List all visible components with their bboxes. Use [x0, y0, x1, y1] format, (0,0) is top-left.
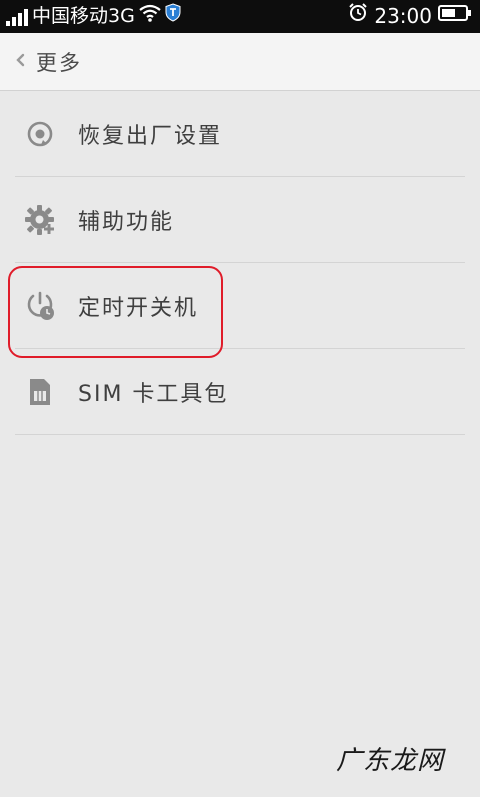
status-left: 中国移动3G: [6, 0, 181, 33]
menu-list: 恢复出厂设置 辅助功能 定时开关机 SIM 卡工具包: [0, 91, 480, 435]
accessibility-gear-icon: [24, 204, 56, 236]
menu-item-label: 定时开关机: [78, 296, 199, 321]
menu-item-scheduled-power[interactable]: 定时开关机: [0, 263, 480, 349]
chevron-left-icon: [14, 52, 26, 72]
battery-icon: [438, 0, 472, 33]
signal-icon: [6, 8, 28, 26]
menu-item-sim-toolkit[interactable]: SIM 卡工具包: [0, 349, 480, 435]
header-bar: 更多: [0, 33, 480, 91]
wifi-icon: [139, 0, 161, 33]
menu-item-label: SIM 卡工具包: [78, 382, 229, 407]
back-button[interactable]: [0, 33, 36, 90]
carrier-name: 中国移动3G: [32, 5, 135, 27]
menu-item-label: 辅助功能: [78, 210, 175, 235]
menu-item-factory-reset[interactable]: 恢复出厂设置: [0, 91, 480, 177]
page-title: 更多: [36, 50, 82, 75]
status-bar: 中国移动3G 23:00: [0, 0, 480, 33]
menu-item-accessibility[interactable]: 辅助功能: [0, 177, 480, 263]
sim-card-icon: [24, 376, 56, 408]
watermark-text: 广东龙网: [335, 746, 444, 776]
status-right: 23:00: [348, 0, 472, 33]
factory-reset-icon: [24, 118, 56, 150]
alarm-icon: [348, 0, 368, 33]
scheduled-power-icon: [24, 290, 56, 322]
shield-icon: [165, 0, 181, 33]
clock: 23:00: [374, 4, 432, 28]
menu-item-label: 恢复出厂设置: [78, 124, 223, 149]
